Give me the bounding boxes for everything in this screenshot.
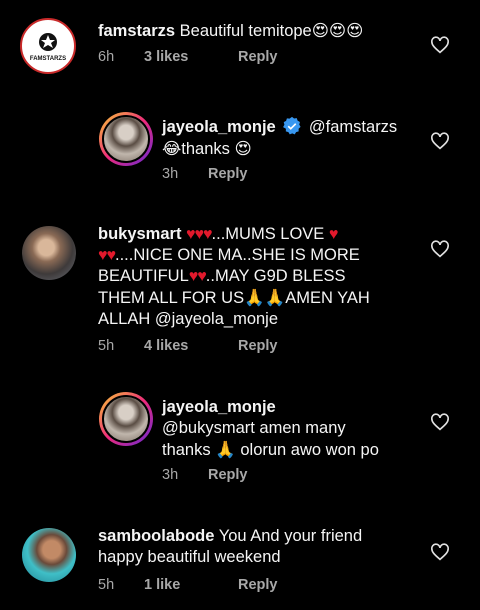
mention-link[interactable]: @famstarzs bbox=[309, 118, 397, 136]
reply-button[interactable]: Reply bbox=[238, 49, 278, 65]
reply-line-3b: olorun awo won po bbox=[240, 441, 379, 459]
avatar-famstarzs[interactable]: FAMSTARZS bbox=[20, 18, 76, 74]
comment-line-4a: THEM ALL FOR US bbox=[98, 289, 245, 307]
comment-username[interactable]: jayeola_monje bbox=[162, 398, 276, 416]
comment-line-3b: ..MAY G9D BLESS bbox=[205, 267, 346, 285]
comment-meta: 5h 1 like Reply bbox=[98, 577, 278, 593]
comment-line-3a: BEAUTIFUL bbox=[98, 267, 189, 285]
reply-button[interactable]: Reply bbox=[208, 467, 248, 483]
avatar-jayeola-monje[interactable] bbox=[99, 112, 153, 166]
comment-line-2: ....NICE ONE MA..SHE IS MORE bbox=[115, 246, 360, 264]
famstarzs-logo-icon: FAMSTARZS bbox=[30, 33, 66, 62]
comment-time: 3h bbox=[162, 467, 179, 483]
comment-time: 6h bbox=[98, 49, 115, 65]
comment-time: 5h bbox=[98, 577, 115, 593]
folded-hands-emoji: 🙏 bbox=[215, 440, 236, 459]
comment-line-1: You And your friend bbox=[218, 527, 363, 545]
comment-line-1: ...MUMS LOVE bbox=[211, 225, 325, 243]
likes-count[interactable]: 3 likes bbox=[144, 49, 238, 65]
reply-text: jayeola_monje @bukysmart amen many thank… bbox=[162, 397, 422, 461]
avatar-samboolabode[interactable] bbox=[22, 528, 76, 582]
like-heart-icon[interactable] bbox=[430, 36, 450, 54]
reply-body: thanks bbox=[181, 140, 230, 158]
comment-text: famstarzs Beautiful temitope😍😍😍 bbox=[98, 20, 363, 42]
comment-meta: 3h Reply bbox=[162, 467, 248, 483]
heart-eyes-emoji: 😍😍😍 bbox=[311, 21, 364, 40]
comment-text: samboolabode You And your friend happy b… bbox=[98, 526, 418, 568]
comment-meta: 3h Reply bbox=[162, 166, 248, 182]
laughing-emoji: 😂 bbox=[162, 139, 182, 158]
reply-button[interactable]: Reply bbox=[238, 338, 278, 354]
comment-time: 5h bbox=[98, 338, 115, 354]
red-heart-emoji: ♥♥♥ bbox=[186, 226, 212, 243]
comment-meta: 6h 3 likes Reply bbox=[98, 49, 278, 65]
red-heart-emoji: ♥♥ bbox=[188, 268, 207, 285]
comment-username[interactable]: jayeola_monje bbox=[162, 118, 276, 136]
avatar-jayeola-monje[interactable] bbox=[99, 392, 153, 446]
like-heart-icon[interactable] bbox=[430, 240, 450, 258]
verified-badge-icon bbox=[283, 116, 301, 135]
reply-line-2: @bukysmart amen many bbox=[162, 419, 346, 437]
likes-count[interactable]: 1 like bbox=[144, 577, 238, 593]
red-heart-emoji: ♥♥ bbox=[98, 247, 116, 264]
comment-meta: 5h 4 likes Reply bbox=[98, 338, 278, 354]
comment-line-5: ALLAH @jayeola_monje bbox=[98, 310, 279, 328]
comment-username[interactable]: bukysmart bbox=[98, 225, 181, 243]
like-heart-icon[interactable] bbox=[430, 543, 450, 561]
reply-line-3a: thanks bbox=[162, 441, 211, 459]
reply-button[interactable]: Reply bbox=[238, 577, 278, 593]
comment-body: Beautiful temitope bbox=[179, 22, 312, 40]
avatar-logo-text: FAMSTARZS bbox=[30, 56, 66, 62]
red-heart-emoji: ♥ bbox=[328, 226, 338, 243]
reply-text: jayeola_monje @famstarzs 😂thanks 😍 bbox=[162, 116, 397, 160]
comment-text: bukysmart ♥♥♥...MUMS LOVE ♥ ♥♥....NICE O… bbox=[98, 224, 418, 330]
comment-line-4b: AMEN YAH bbox=[285, 289, 370, 307]
heart-eyes-emoji: 😍 bbox=[234, 139, 252, 158]
avatar-bukysmart[interactable] bbox=[22, 226, 76, 280]
like-heart-icon[interactable] bbox=[430, 413, 450, 431]
comment-time: 3h bbox=[162, 166, 179, 182]
comment-username[interactable]: famstarzs bbox=[98, 22, 175, 40]
like-heart-icon[interactable] bbox=[430, 132, 450, 150]
comment-username[interactable]: samboolabode bbox=[98, 527, 214, 545]
comment-line-2: happy beautiful weekend bbox=[98, 548, 281, 566]
folded-hands-emoji: 🙏🙏 bbox=[244, 288, 286, 307]
reply-button[interactable]: Reply bbox=[208, 166, 248, 182]
likes-count[interactable]: 4 likes bbox=[144, 338, 238, 354]
